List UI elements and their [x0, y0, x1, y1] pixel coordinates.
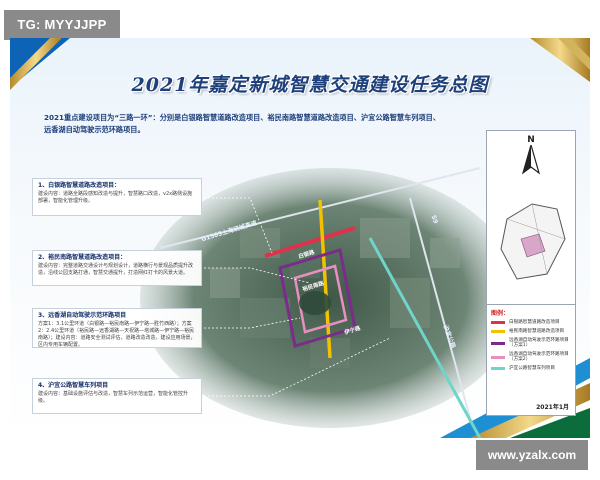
legend-label: 远香湖自动驾驶示范环路项目（方案1） [509, 337, 569, 349]
legend-swatch [491, 321, 505, 325]
legend-swatch [491, 355, 505, 359]
callout-yumin: 2、裕民南路智慧道路改造项目： 建设内容：完整道路交通设计与规划设计，道路横行与… [32, 250, 202, 286]
intro-line-1: 2021重点建设项目为“三路一环”：分别是白银路智慧道路改造项目、裕民南路智慧道… [44, 113, 441, 122]
north-arrow-icon: N [511, 135, 551, 185]
legend-title: 图例： [491, 310, 510, 317]
legend-label: 裕民南路智慧道路改造项目 [509, 328, 565, 334]
north-letter: N [527, 135, 535, 145]
legend-label: 沪宜公路智慧车列项目 [509, 366, 555, 372]
legend-date: 2021年1月 [536, 404, 569, 411]
legend-swatch [491, 341, 505, 345]
callout-yuanxiang: 3、远香湖自动驾驶示范环路项目 方案1：3.1公里环道（白银路—裕民南路—伊宁路… [32, 308, 202, 348]
callout-body: 建设内容：基础设施评估与改造，智慧车列示范运营，智能化管控升级。 [38, 391, 189, 404]
poster: 2021年嘉定新城智慧交通建设任务总图 2021重点建设项目为“三路一环”：分别… [10, 38, 590, 438]
poster-title: 2021年嘉定新城智慧交通建设任务总图 [131, 74, 489, 96]
callout-title: 1、白银路智慧道路改造项目： [38, 182, 121, 189]
yuanxiang-lake [299, 291, 331, 315]
legend-label: 白银路智慧道路改造项目 [509, 320, 560, 325]
district-outline [500, 203, 566, 280]
callout-baiyin: 1、白银路智慧道路改造项目： 建设内容：道路全路段感知改造与提升，智慧路口改造，… [32, 178, 202, 216]
legend-item: 远香湖自动驾驶示范环路项目（方案2） [491, 352, 571, 363]
callout-body: 方案1：3.1公里环道（白银路—裕民南路—伊宁路—胜竹西路）；方案2：2.4公里… [38, 321, 196, 348]
callout-huyi: 4、沪宜公路智慧车列项目 建设内容：基础设施评估与改造，智慧车列示范运营，智能化… [32, 378, 202, 414]
legend-item: 远香湖自动驾驶示范环路项目（方案1） [491, 338, 571, 349]
legend-label: 远香湖自动驾驶示范环路项目（方案2） [509, 351, 569, 363]
map-legend: 图例： 白银路智慧道路改造项目 裕民南路智慧道路改造项目 远香湖自动驾驶示范环路… [486, 304, 576, 416]
callout-title: 4、沪宜公路智慧车列项目 [38, 382, 109, 389]
callout-body: 建设内容：道路全路段感知改造与提升，智慧路口改造，v2x路侧设施部署，智能化管理… [38, 191, 193, 204]
watermark-top: TG: MYYJJPP [4, 10, 120, 40]
legend-swatch [491, 367, 505, 371]
callout-body: 建设内容：完整道路交通设计与规划设计，道路横行与景观品质提升改造，沿线公园支路打… [38, 263, 194, 276]
legend-item: 沪宜公路智慧车列项目 [491, 366, 571, 372]
legend-item: 裕民南路智慧道路改造项目 [491, 329, 571, 335]
watermark-bottom: www.yzalx.com [476, 440, 588, 470]
compass-icon [521, 142, 541, 175]
legend-item: 白银路智慧道路改造项目 [491, 320, 571, 326]
callout-title: 3、远香湖自动驾驶示范环路项目 [38, 312, 127, 319]
callout-title: 2、裕民南路智慧道路改造项目： [38, 254, 127, 261]
legend-swatch [491, 330, 505, 334]
